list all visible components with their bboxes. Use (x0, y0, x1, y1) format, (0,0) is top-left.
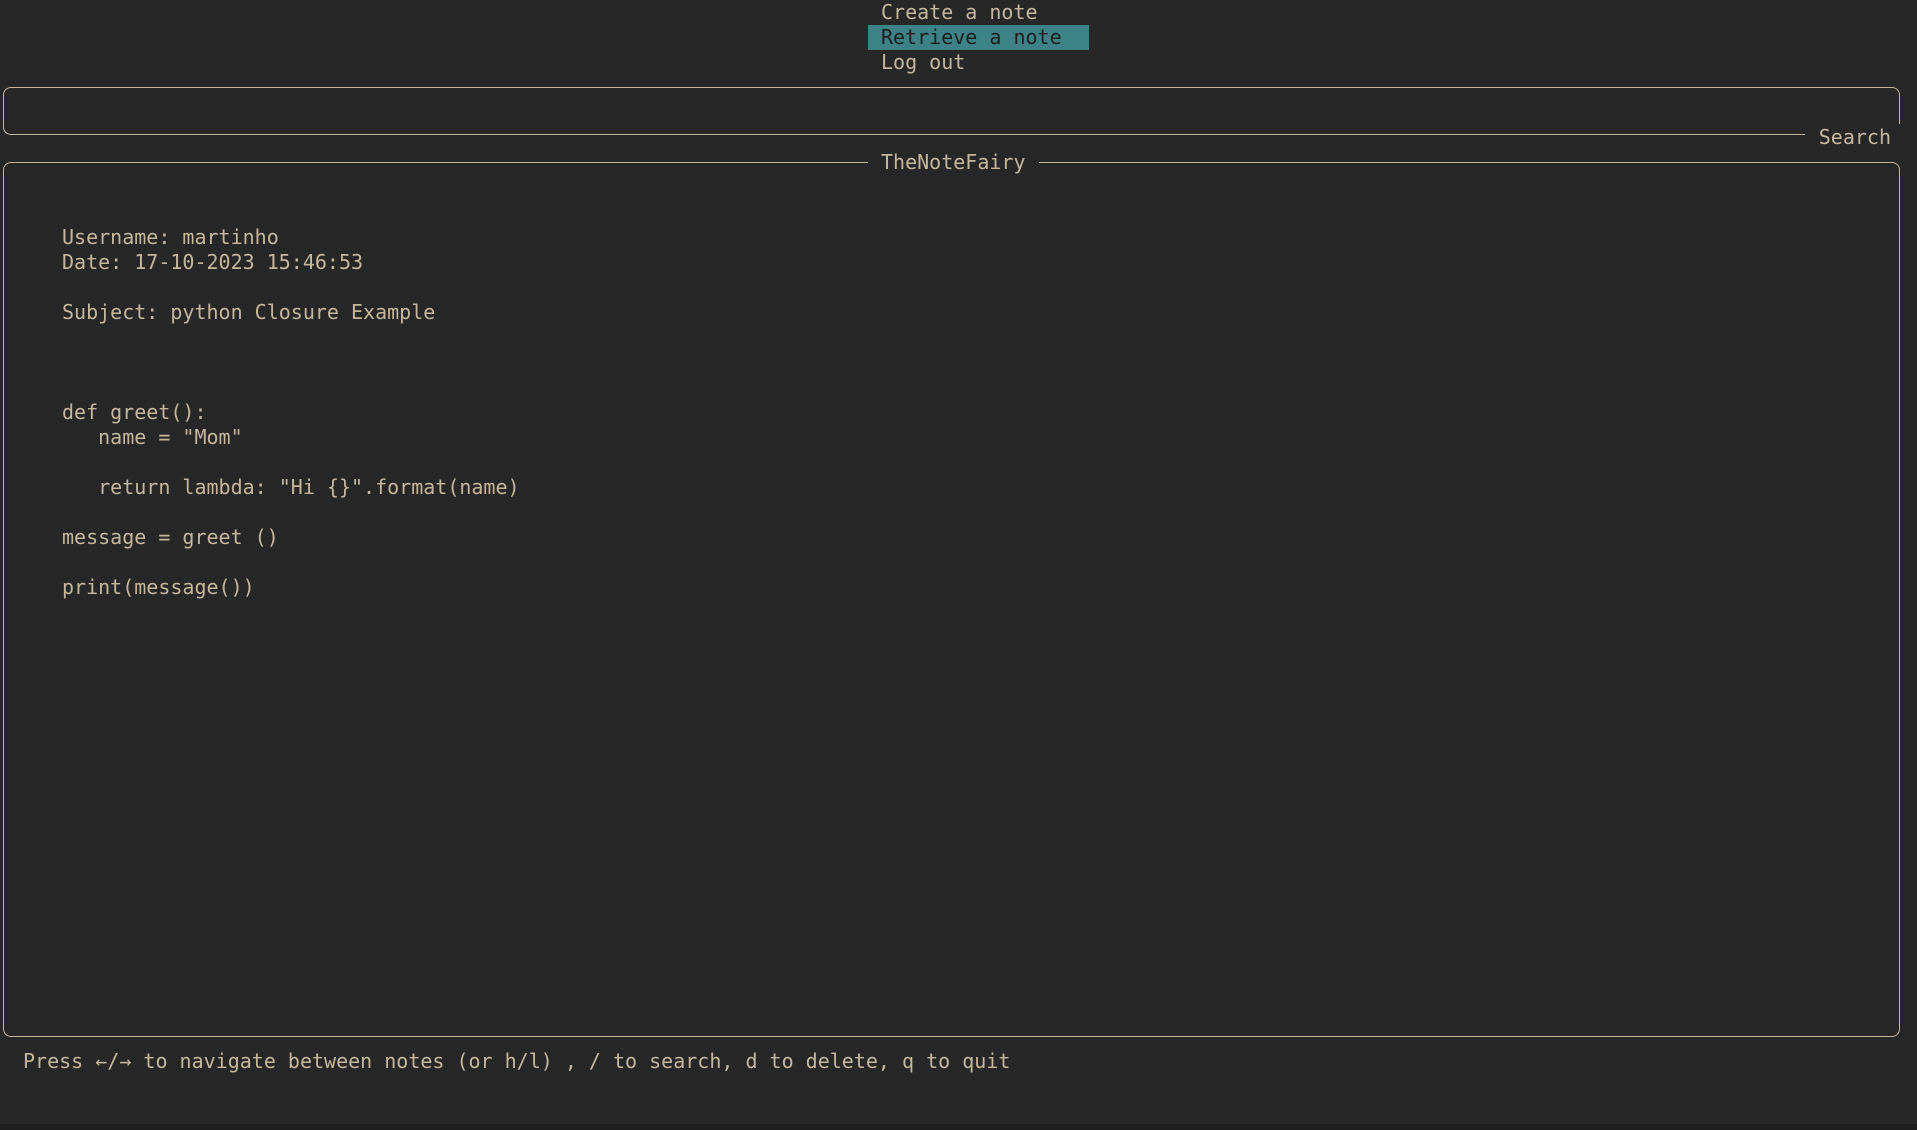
search-label: Search (1804, 124, 1905, 150)
note-body-line (62, 550, 520, 575)
note-body-line: print(message()) (62, 575, 255, 599)
main-menu: Create a note Retrieve a note Log out (868, 0, 1089, 75)
note-body-line: name = "Mom" (62, 425, 243, 449)
note-subject: Subject: python Closure Example (62, 300, 436, 324)
note-content: Username: martinho Date: 17-10-2023 15:4… (62, 225, 520, 600)
search-input[interactable] (14, 96, 1718, 126)
help-text: Press ←/→ to navigate between notes (or … (23, 1049, 1011, 1073)
menu-item-log-out[interactable]: Log out (868, 50, 1089, 75)
note-username: Username: martinho (62, 225, 279, 249)
note-body-line (62, 350, 520, 375)
menu-item-retrieve-note[interactable]: Retrieve a note (868, 25, 1089, 50)
note-body-line: def greet(): (62, 400, 207, 424)
note-body-line: return lambda: "Hi {}".format(name) (62, 475, 520, 499)
search-box (3, 87, 1900, 135)
note-body-line: message = greet () (62, 525, 279, 549)
note-body-line (62, 450, 520, 475)
note-body-line (62, 375, 520, 400)
note-panel-title: TheNoteFairy (868, 149, 1039, 175)
menu-item-create-note[interactable]: Create a note (868, 0, 1089, 25)
note-body-line (62, 500, 520, 525)
note-body-line (62, 325, 520, 350)
note-date: Date: 17-10-2023 15:46:53 (62, 250, 364, 274)
bottom-strip (0, 1124, 1917, 1130)
